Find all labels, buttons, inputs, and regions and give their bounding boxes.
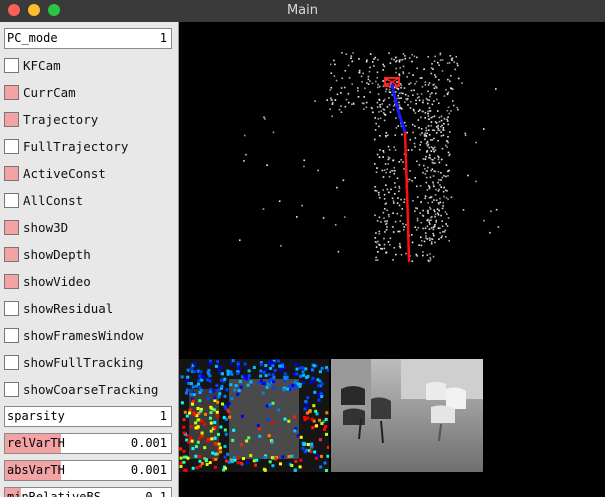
checkbox-label: FullTrajectory bbox=[23, 139, 129, 154]
checkbox-label: showResidual bbox=[23, 301, 114, 316]
checkbox-label: showFramesWindow bbox=[23, 328, 144, 343]
checkbox-trajectory[interactable]: Trajectory bbox=[4, 109, 98, 131]
sparsity-field[interactable]: sparsity 1 bbox=[4, 406, 172, 427]
video-view bbox=[331, 359, 483, 472]
checkbox-active-const[interactable]: ActiveConst bbox=[4, 163, 106, 185]
sparsity-label: sparsity bbox=[7, 409, 65, 423]
checkbox-show3d[interactable]: show3D bbox=[4, 217, 68, 239]
checkbox-show-video[interactable]: showVideo bbox=[4, 271, 91, 293]
checkbox-box[interactable] bbox=[4, 382, 19, 397]
relvarth-label: relVarTH bbox=[7, 436, 65, 450]
relvarth-value: 0.001 bbox=[130, 436, 167, 450]
checkbox-box[interactable] bbox=[4, 166, 19, 181]
video-image bbox=[331, 359, 483, 472]
sparsity-value: 1 bbox=[159, 409, 167, 423]
pc-mode-value: 1 bbox=[159, 31, 167, 45]
checkbox-box[interactable] bbox=[4, 139, 19, 154]
pointcloud-canvas bbox=[239, 52, 500, 263]
checkbox-box[interactable] bbox=[4, 247, 19, 262]
checkbox-full-trajectory[interactable]: FullTrajectory bbox=[4, 136, 128, 158]
checkbox-box[interactable] bbox=[4, 220, 19, 235]
checkbox-all-const[interactable]: AllConst bbox=[4, 190, 83, 212]
depth-image bbox=[179, 359, 330, 472]
checkbox-box[interactable] bbox=[4, 85, 19, 100]
checkbox-label: showDepth bbox=[23, 247, 91, 262]
checkbox-show-residual[interactable]: showResidual bbox=[4, 298, 113, 320]
checkbox-box[interactable] bbox=[4, 328, 19, 343]
checkbox-label: CurrCam bbox=[23, 85, 76, 100]
absvarth-label: absVarTH bbox=[7, 463, 65, 477]
checkbox-curr-cam[interactable]: CurrCam bbox=[4, 82, 76, 104]
depth-view bbox=[179, 359, 330, 472]
absvarth-slider[interactable]: absVarTH 0.001 bbox=[4, 460, 172, 481]
checkbox-label: ActiveConst bbox=[23, 166, 106, 181]
minrelativebs-label: minRelativeBS bbox=[7, 490, 101, 497]
checkbox-box[interactable] bbox=[4, 274, 19, 289]
relvarth-slider[interactable]: relVarTH 0.001 bbox=[4, 433, 172, 454]
window-titlebar: Main bbox=[0, 0, 605, 23]
checkbox-box[interactable] bbox=[4, 193, 19, 208]
window-title: Main bbox=[286, 3, 319, 18]
checkbox-label: showVideo bbox=[23, 274, 91, 289]
checkbox-label: showFullTracking bbox=[23, 355, 144, 370]
checkbox-box[interactable] bbox=[4, 112, 19, 127]
minrelativebs-slider[interactable]: minRelativeBS 0.1 bbox=[4, 487, 172, 497]
checkbox-show-frames-window[interactable]: showFramesWindow bbox=[4, 325, 143, 347]
checkbox-label: Trajectory bbox=[23, 112, 99, 127]
pc-mode-label: PC_mode bbox=[7, 31, 58, 45]
checkbox-show-coarse-tracking[interactable]: showCoarseTracking bbox=[4, 379, 158, 401]
checkbox-show-depth[interactable]: showDepth bbox=[4, 244, 91, 266]
checkbox-kfcam[interactable]: KFCam bbox=[4, 55, 61, 77]
checkbox-label: KFCam bbox=[23, 58, 61, 73]
checkbox-label: AllConst bbox=[23, 193, 84, 208]
checkbox-box[interactable] bbox=[4, 301, 19, 316]
pointcloud-3d-view[interactable] bbox=[179, 22, 605, 359]
absvarth-value: 0.001 bbox=[130, 463, 167, 477]
minrelativebs-value: 0.1 bbox=[145, 490, 167, 497]
pc-mode-field[interactable]: PC_mode 1 bbox=[4, 28, 172, 49]
trajectory-recent bbox=[390, 83, 407, 133]
checkbox-box[interactable] bbox=[4, 355, 19, 370]
checkbox-box[interactable] bbox=[4, 58, 19, 73]
checkbox-label: showCoarseTracking bbox=[23, 382, 159, 397]
pointcloud-points bbox=[239, 52, 500, 263]
checkbox-label: show3D bbox=[23, 220, 69, 235]
settings-panel: PC_mode 1 KFCam CurrCam Trajectory FullTraj… bbox=[0, 22, 179, 497]
trajectory-line bbox=[403, 131, 411, 263]
checkbox-show-full-tracking[interactable]: showFullTracking bbox=[4, 352, 143, 374]
